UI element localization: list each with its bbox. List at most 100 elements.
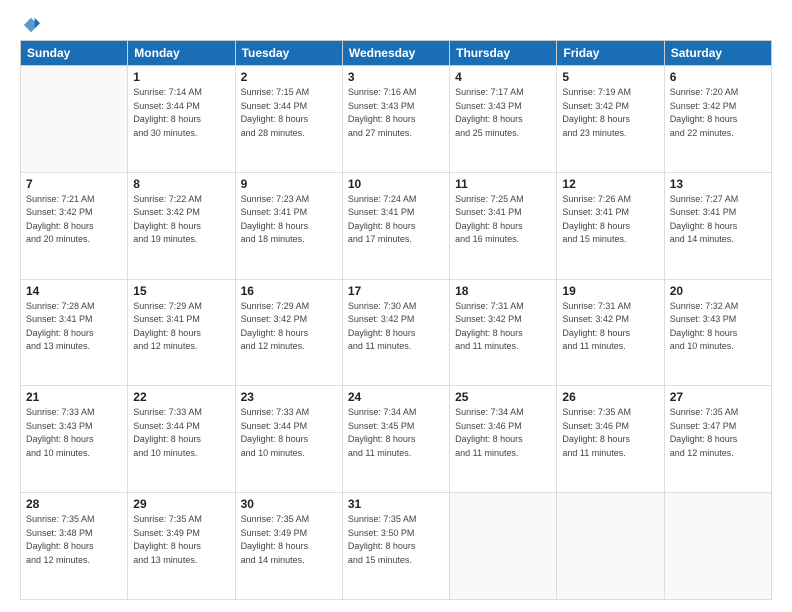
calendar-cell: 22 Sunrise: 7:33 AMSunset: 3:44 PMDayligh… bbox=[128, 386, 235, 493]
calendar-cell: 17 Sunrise: 7:30 AMSunset: 3:42 PMDayligh… bbox=[342, 279, 449, 386]
day-info: Sunrise: 7:29 AMSunset: 3:42 PMDaylight:… bbox=[241, 300, 337, 354]
calendar-cell: 23 Sunrise: 7:33 AMSunset: 3:44 PMDayligh… bbox=[235, 386, 342, 493]
day-number: 3 bbox=[348, 70, 444, 84]
header-sunday: Sunday bbox=[21, 41, 128, 66]
day-info: Sunrise: 7:15 AMSunset: 3:44 PMDaylight:… bbox=[241, 86, 337, 140]
day-number: 28 bbox=[26, 497, 122, 511]
calendar-cell: 14 Sunrise: 7:28 AMSunset: 3:41 PMDayligh… bbox=[21, 279, 128, 386]
calendar-cell: 15 Sunrise: 7:29 AMSunset: 3:41 PMDayligh… bbox=[128, 279, 235, 386]
day-info: Sunrise: 7:24 AMSunset: 3:41 PMDaylight:… bbox=[348, 193, 444, 247]
calendar-cell: 13Sunrise: 7:27 AMSunset: 3:41 PMDayligh… bbox=[664, 172, 771, 279]
header-tuesday: Tuesday bbox=[235, 41, 342, 66]
calendar-cell: 21Sunrise: 7:33 AMSunset: 3:43 PMDayligh… bbox=[21, 386, 128, 493]
calendar-cell: 4 Sunrise: 7:17 AMSunset: 3:43 PMDaylight… bbox=[450, 66, 557, 173]
day-number: 15 bbox=[133, 284, 229, 298]
day-info: Sunrise: 7:33 AMSunset: 3:44 PMDaylight:… bbox=[241, 406, 337, 460]
day-info: Sunrise: 7:34 AMSunset: 3:45 PMDaylight:… bbox=[348, 406, 444, 460]
day-number: 11 bbox=[455, 177, 551, 191]
logo-icon bbox=[22, 16, 40, 34]
day-info: Sunrise: 7:16 AMSunset: 3:43 PMDaylight:… bbox=[348, 86, 444, 140]
day-number: 8 bbox=[133, 177, 229, 191]
calendar-cell: 25 Sunrise: 7:34 AMSunset: 3:46 PMDayligh… bbox=[450, 386, 557, 493]
day-number: 30 bbox=[241, 497, 337, 511]
calendar-page: SundayMondayTuesdayWednesdayThursdayFrid… bbox=[0, 0, 792, 612]
calendar-cell: 1Sunrise: 7:14 AMSunset: 3:44 PMDaylight… bbox=[128, 66, 235, 173]
day-info: Sunrise: 7:33 AMSunset: 3:44 PMDaylight:… bbox=[133, 406, 229, 460]
day-number: 31 bbox=[348, 497, 444, 511]
calendar-week-2: 7Sunrise: 7:21 AMSunset: 3:42 PMDaylight… bbox=[21, 172, 772, 279]
day-info: Sunrise: 7:21 AMSunset: 3:42 PMDaylight:… bbox=[26, 193, 122, 247]
day-info: Sunrise: 7:35 AMSunset: 3:49 PMDaylight:… bbox=[241, 513, 337, 567]
day-info: Sunrise: 7:34 AMSunset: 3:46 PMDaylight:… bbox=[455, 406, 551, 460]
day-info: Sunrise: 7:26 AMSunset: 3:41 PMDaylight:… bbox=[562, 193, 658, 247]
calendar-cell: 19 Sunrise: 7:31 AMSunset: 3:42 PMDayligh… bbox=[557, 279, 664, 386]
day-info: Sunrise: 7:17 AMSunset: 3:43 PMDaylight:… bbox=[455, 86, 551, 140]
calendar-cell bbox=[557, 493, 664, 600]
header-saturday: Saturday bbox=[664, 41, 771, 66]
calendar-cell: 16 Sunrise: 7:29 AMSunset: 3:42 PMDayligh… bbox=[235, 279, 342, 386]
calendar-cell bbox=[664, 493, 771, 600]
day-number: 4 bbox=[455, 70, 551, 84]
day-number: 16 bbox=[241, 284, 337, 298]
day-info: Sunrise: 7:28 AMSunset: 3:41 PMDaylight:… bbox=[26, 300, 122, 354]
header-friday: Friday bbox=[557, 41, 664, 66]
calendar-cell: 3 Sunrise: 7:16 AMSunset: 3:43 PMDaylight… bbox=[342, 66, 449, 173]
calendar-cell: 8Sunrise: 7:22 AMSunset: 3:42 PMDaylight… bbox=[128, 172, 235, 279]
day-info: Sunrise: 7:35 AMSunset: 3:46 PMDaylight:… bbox=[562, 406, 658, 460]
calendar-cell: 6Sunrise: 7:20 AMSunset: 3:42 PMDaylight… bbox=[664, 66, 771, 173]
day-number: 19 bbox=[562, 284, 658, 298]
calendar-header-row: SundayMondayTuesdayWednesdayThursdayFrid… bbox=[21, 41, 772, 66]
day-info: Sunrise: 7:23 AMSunset: 3:41 PMDaylight:… bbox=[241, 193, 337, 247]
day-info: Sunrise: 7:27 AMSunset: 3:41 PMDaylight:… bbox=[670, 193, 766, 247]
day-info: Sunrise: 7:19 AMSunset: 3:42 PMDaylight:… bbox=[562, 86, 658, 140]
calendar-cell: 18 Sunrise: 7:31 AMSunset: 3:42 PMDayligh… bbox=[450, 279, 557, 386]
day-number: 17 bbox=[348, 284, 444, 298]
day-info: Sunrise: 7:31 AMSunset: 3:42 PMDaylight:… bbox=[562, 300, 658, 354]
calendar-cell: 9 Sunrise: 7:23 AMSunset: 3:41 PMDaylight… bbox=[235, 172, 342, 279]
day-info: Sunrise: 7:30 AMSunset: 3:42 PMDaylight:… bbox=[348, 300, 444, 354]
day-info: Sunrise: 7:25 AMSunset: 3:41 PMDaylight:… bbox=[455, 193, 551, 247]
calendar-cell bbox=[21, 66, 128, 173]
day-info: Sunrise: 7:31 AMSunset: 3:42 PMDaylight:… bbox=[455, 300, 551, 354]
calendar-cell: 29 Sunrise: 7:35 AMSunset: 3:49 PMDayligh… bbox=[128, 493, 235, 600]
day-number: 5 bbox=[562, 70, 658, 84]
calendar-week-5: 28 Sunrise: 7:35 AMSunset: 3:48 PMDayligh… bbox=[21, 493, 772, 600]
day-info: Sunrise: 7:35 AMSunset: 3:49 PMDaylight:… bbox=[133, 513, 229, 567]
calendar-cell bbox=[450, 493, 557, 600]
day-number: 2 bbox=[241, 70, 337, 84]
day-number: 9 bbox=[241, 177, 337, 191]
day-number: 22 bbox=[133, 390, 229, 404]
day-number: 23 bbox=[241, 390, 337, 404]
logo bbox=[20, 16, 40, 30]
day-info: Sunrise: 7:35 AMSunset: 3:47 PMDaylight:… bbox=[670, 406, 766, 460]
calendar-cell: 7Sunrise: 7:21 AMSunset: 3:42 PMDaylight… bbox=[21, 172, 128, 279]
day-info: Sunrise: 7:35 AMSunset: 3:48 PMDaylight:… bbox=[26, 513, 122, 567]
calendar-cell: 10 Sunrise: 7:24 AMSunset: 3:41 PMDayligh… bbox=[342, 172, 449, 279]
calendar-cell: 27 Sunrise: 7:35 AMSunset: 3:47 PMDayligh… bbox=[664, 386, 771, 493]
day-info: Sunrise: 7:29 AMSunset: 3:41 PMDaylight:… bbox=[133, 300, 229, 354]
page-header bbox=[20, 16, 772, 30]
day-info: Sunrise: 7:14 AMSunset: 3:44 PMDaylight:… bbox=[133, 86, 229, 140]
day-number: 27 bbox=[670, 390, 766, 404]
day-number: 6 bbox=[670, 70, 766, 84]
calendar-cell: 30 Sunrise: 7:35 AMSunset: 3:49 PMDayligh… bbox=[235, 493, 342, 600]
calendar-week-4: 21Sunrise: 7:33 AMSunset: 3:43 PMDayligh… bbox=[21, 386, 772, 493]
day-number: 14 bbox=[26, 284, 122, 298]
day-number: 20 bbox=[670, 284, 766, 298]
calendar-cell: 31Sunrise: 7:35 AMSunset: 3:50 PMDayligh… bbox=[342, 493, 449, 600]
logo-text bbox=[20, 16, 40, 34]
calendar-cell: 28 Sunrise: 7:35 AMSunset: 3:48 PMDayligh… bbox=[21, 493, 128, 600]
calendar-cell: 12 Sunrise: 7:26 AMSunset: 3:41 PMDayligh… bbox=[557, 172, 664, 279]
calendar-cell: 20Sunrise: 7:32 AMSunset: 3:43 PMDayligh… bbox=[664, 279, 771, 386]
calendar-cell: 2 Sunrise: 7:15 AMSunset: 3:44 PMDaylight… bbox=[235, 66, 342, 173]
calendar-week-1: 1Sunrise: 7:14 AMSunset: 3:44 PMDaylight… bbox=[21, 66, 772, 173]
day-number: 29 bbox=[133, 497, 229, 511]
calendar-table: SundayMondayTuesdayWednesdayThursdayFrid… bbox=[20, 40, 772, 600]
day-number: 18 bbox=[455, 284, 551, 298]
header-wednesday: Wednesday bbox=[342, 41, 449, 66]
day-number: 24 bbox=[348, 390, 444, 404]
day-number: 12 bbox=[562, 177, 658, 191]
day-number: 10 bbox=[348, 177, 444, 191]
day-number: 25 bbox=[455, 390, 551, 404]
day-info: Sunrise: 7:33 AMSunset: 3:43 PMDaylight:… bbox=[26, 406, 122, 460]
